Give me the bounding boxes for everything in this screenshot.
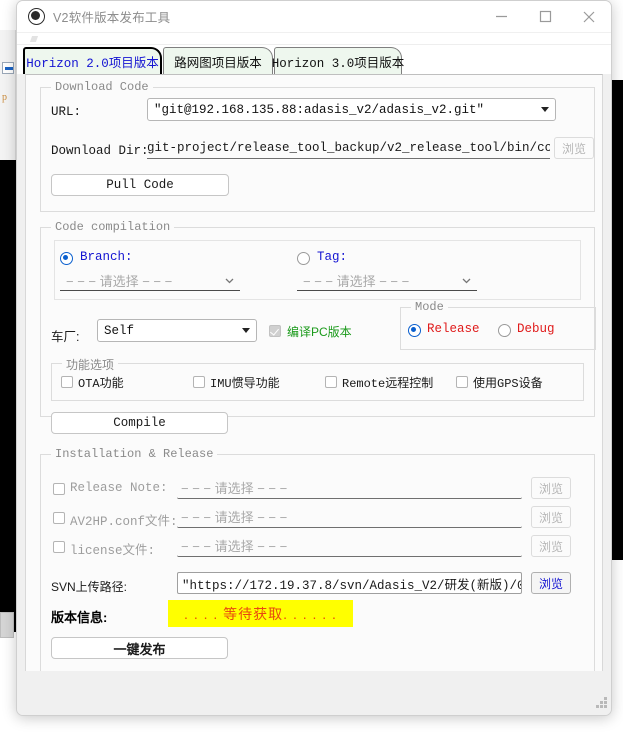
branch-value: − − − 请选择 − − − [66, 273, 173, 289]
code-compilation-group-title: Code compilation [51, 220, 175, 234]
av2hp-conf-checkbox[interactable] [53, 512, 65, 524]
tag-value: − − − 请选择 − − − [303, 273, 410, 289]
svn-path-value: "https://172.19.37.8/svn/Adasis_V2/研发(新版… [182, 578, 521, 593]
ota-label: OTA功能 [78, 377, 124, 391]
window-controls [479, 1, 611, 33]
status-bar [17, 671, 611, 715]
version-info-label: 版本信息: [51, 610, 108, 625]
download-dir-value: git-project/release_tool_backup/v2_relea… [147, 140, 550, 155]
release-note-browse-button[interactable]: 浏览 [531, 477, 571, 499]
url-value: "git@192.168.135.88:adasis_v2/adasis_v2.… [154, 102, 485, 117]
branch-combobox[interactable]: − − − 请选择 − − − [60, 270, 240, 291]
tab-horizon-2[interactable]: Horizon 2.0项目版本 [23, 47, 162, 74]
av2hp-conf-browse-button[interactable]: 浏览 [531, 506, 571, 528]
license-checkbox[interactable] [53, 541, 65, 553]
pc-build-checkbox[interactable] [269, 325, 281, 337]
version-info-status: . . . . 等待获取. . . . . . [168, 600, 353, 627]
release-note-input[interactable]: − − − 请选择 − − − [177, 477, 522, 499]
av2hp-conf-input[interactable]: − − − 请选择 − − − [177, 506, 522, 528]
vendor-label: 车厂: [51, 330, 80, 344]
release-note-checkbox[interactable] [53, 483, 65, 495]
av2hp-conf-value: − − − 请选择 − − − [181, 510, 288, 525]
title-sub-bar [17, 33, 611, 45]
app-circle-icon [28, 8, 45, 25]
download-code-group-title: Download Code [51, 80, 153, 94]
release-note-value: − − − 请选择 − − − [181, 481, 288, 496]
pull-code-button[interactable]: Pull Code [51, 174, 229, 196]
svn-browse-button[interactable]: 浏览 [531, 572, 571, 594]
chevron-down-icon [541, 107, 549, 112]
chevron-down-icon-vendor [242, 328, 250, 333]
tab-strip: Horizon 2.0项目版本 路网图项目版本 Horizon 3.0项目版本 [17, 45, 611, 74]
download-dir-label: Download Dir: [51, 144, 149, 158]
installation-release-group-title: Installation & Release [51, 447, 218, 461]
vendor-value: Self [104, 323, 135, 338]
resize-grip[interactable] [595, 697, 608, 710]
compile-button[interactable]: Compile [51, 412, 228, 434]
window-title: V2软件版本发布工具 [53, 11, 171, 25]
maximize-icon[interactable] [523, 1, 567, 33]
background-chip-icon [2, 62, 14, 74]
release-note-label: Release Note: [70, 481, 168, 495]
pc-build-label: 编译PC版本 [287, 325, 352, 339]
tag-label: Tag: [317, 250, 348, 264]
tab-horizon-3[interactable]: Horizon 3.0项目版本 [272, 47, 404, 74]
main-window: V2软件版本发布工具 Horizon 2.0项目版本 路网图项目版本 Horiz… [16, 0, 612, 716]
mode-debug-radio[interactable] [498, 324, 511, 337]
license-label: license文件: [70, 544, 156, 558]
chevron-down-icon-tag [461, 275, 471, 285]
remote-checkbox[interactable] [325, 376, 337, 388]
gps-label: 使用GPS设备 [473, 377, 543, 391]
tab-roadnet[interactable]: 路网图项目版本 [163, 47, 273, 74]
title-bar: V2软件版本发布工具 [17, 1, 611, 33]
one-click-release-button[interactable]: 一键发布 [51, 637, 228, 659]
mode-debug-label: Debug [517, 322, 555, 336]
tab-content-panel: Download Code URL: "git@192.168.135.88:a… [25, 74, 603, 715]
tag-combobox[interactable]: − − − 请选择 − − − [297, 270, 477, 291]
gps-checkbox[interactable] [456, 376, 468, 388]
mode-group-title: Mode [411, 300, 448, 314]
vendor-combobox[interactable]: Self [97, 319, 257, 342]
url-label: URL: [51, 105, 82, 119]
download-dir-browse-button[interactable]: 浏览 [554, 137, 594, 159]
license-value: − − − 请选择 − − − [181, 539, 288, 554]
chevron-down-icon-branch [224, 275, 234, 285]
branch-label: Branch: [80, 250, 133, 264]
background-tile [0, 612, 14, 638]
tag-radio[interactable] [297, 252, 310, 265]
function-options-group-title: 功能选项 [62, 356, 119, 373]
url-combobox[interactable]: "git@192.168.135.88:adasis_v2/adasis_v2.… [147, 98, 556, 121]
mode-release-label: Release [427, 322, 480, 336]
download-dir-input[interactable]: git-project/release_tool_backup/v2_relea… [147, 137, 550, 159]
branch-radio[interactable] [60, 252, 73, 265]
minimize-icon[interactable] [479, 1, 523, 33]
imu-label: IMU惯导功能 [210, 377, 280, 391]
license-browse-button[interactable]: 浏览 [531, 535, 571, 557]
ota-checkbox[interactable] [61, 376, 73, 388]
remote-label: Remote远程控制 [342, 377, 434, 391]
license-input[interactable]: − − − 请选择 − − − [177, 535, 522, 557]
close-icon[interactable] [567, 1, 611, 33]
imu-checkbox[interactable] [193, 376, 205, 388]
svn-path-label: SVN上传路径: [51, 580, 128, 594]
mode-release-radio[interactable] [408, 324, 421, 337]
background-glyph-icon: p [2, 92, 7, 103]
av2hp-conf-label: AV2HP.conf文件: [70, 515, 178, 529]
drag-nub-icon [29, 36, 39, 42]
svn-path-input[interactable]: "https://172.19.37.8/svn/Adasis_V2/研发(新版… [177, 572, 522, 594]
